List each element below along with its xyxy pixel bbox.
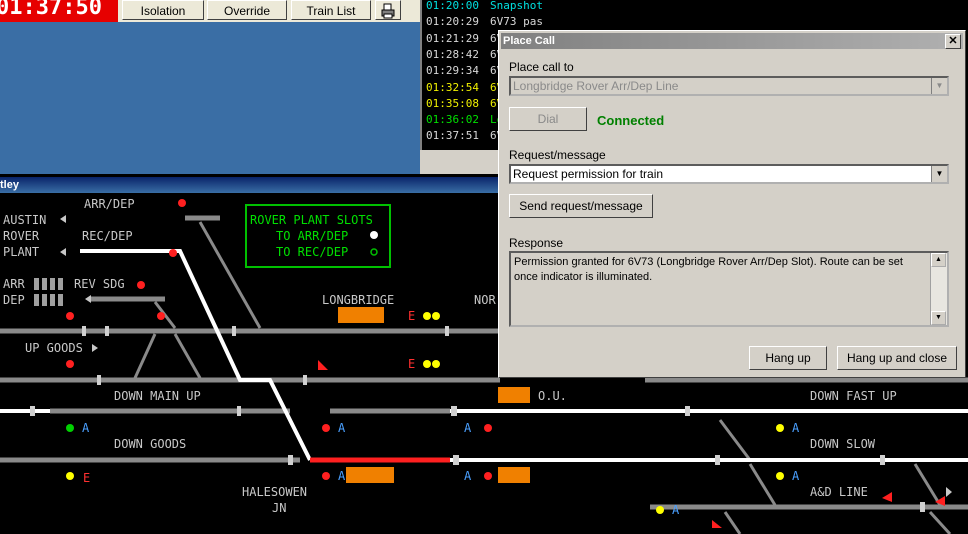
call-status: Connected [597, 113, 665, 128]
map-title-text: tley [0, 179, 19, 191]
request-value: Request permission for train [513, 167, 664, 181]
log-line-text: Snapshot saved [490, 0, 542, 12]
dropdown-arrow-icon: ▼ [931, 78, 947, 94]
log-line: 01:37:51 [426, 129, 479, 143]
response-box[interactable]: Permission granted for 6V73 (Longbridge … [509, 251, 949, 327]
log-line: 01:32:54 [426, 80, 479, 94]
place-call-dialog: Place Call ✕ Place call to Longbridge Ro… [498, 30, 966, 378]
log-line: 01:20:29 [426, 15, 479, 29]
log-line: 01:35:08 [426, 96, 479, 110]
close-icon[interactable]: ✕ [945, 34, 961, 49]
dialog-title: Place Call [503, 35, 555, 47]
desktop-panel [0, 22, 420, 174]
dropdown-arrow-icon: ▼ [931, 166, 947, 182]
override-button[interactable]: Override [207, 0, 287, 20]
signal-a-3: A [464, 421, 472, 435]
train-list-button[interactable]: Train List [291, 0, 371, 20]
scroll-down-icon[interactable]: ▼ [931, 311, 946, 325]
label-down-main-up: DOWN MAIN UP [114, 389, 201, 403]
label-to-rec-dep: TO REC/DEP [276, 245, 348, 259]
label-austin: AUSTIN [3, 213, 46, 227]
label-ad-line: A&D LINE [810, 485, 868, 499]
signal-e-1: E [408, 309, 415, 323]
place-call-value: Longbridge Rover Arr/Dep Line [513, 79, 679, 93]
print-button[interactable] [375, 0, 401, 20]
request-select[interactable]: Request permission for train ▼ [509, 164, 949, 184]
printer-icon [381, 3, 395, 19]
signal-a-2: A [338, 421, 346, 435]
label-down-slow: DOWN SLOW [810, 437, 876, 451]
dial-button[interactable]: Dial [509, 107, 587, 131]
signal-e-3: E [83, 471, 90, 485]
label-nor: NOR [474, 293, 496, 307]
hang-up-close-button[interactable]: Hang up and close [837, 346, 957, 370]
label-longbridge: LONGBRIDGE [322, 293, 394, 307]
label-up-goods: UP GOODS [25, 341, 83, 355]
signal-a-8: A [672, 503, 680, 517]
response-text: Permission granted for 6V73 (Longbridge … [514, 256, 903, 283]
label-rec-dep: REC/DEP [82, 229, 133, 243]
response-scrollbar[interactable]: ▲ ▼ [930, 253, 947, 325]
send-request-button[interactable]: Send request/message [509, 194, 653, 218]
scroll-up-icon[interactable]: ▲ [931, 253, 946, 267]
clock-display: 01:37:50 [0, 0, 118, 22]
toolbar: 01:37:50 Isolation Override Train List [0, 0, 420, 22]
signal-a-7: A [792, 469, 800, 483]
log-line: 01:36:02 [426, 113, 479, 127]
label-rev-sdg: REV SDG [74, 277, 125, 291]
signal-a-4: A [792, 421, 800, 435]
response-label: Response [509, 236, 564, 250]
log-line: 01:21:29 [426, 31, 479, 45]
dialog-title-bar[interactable]: Place Call ✕ [501, 33, 963, 49]
label-plant: PLANT [3, 245, 39, 259]
label-ou: O.U. [538, 389, 567, 403]
request-label: Request/message [509, 148, 606, 162]
label-arr-dep: ARR/DEP [84, 197, 135, 211]
label-down-goods: DOWN GOODS [114, 437, 186, 451]
place-call-select[interactable]: Longbridge Rover Arr/Dep Line ▼ [509, 76, 949, 96]
label-arr: ARR [3, 277, 25, 291]
signal-a-1: A [82, 421, 90, 435]
label-dep: DEP [3, 293, 25, 307]
log-line: 01:29:34 [426, 64, 479, 78]
log-line: 01:28:42 [426, 47, 479, 61]
label-jn: JN [272, 501, 286, 515]
signal-a-6: A [464, 469, 472, 483]
label-rover: ROVER [3, 229, 40, 243]
log-line-text: 6V73 passed St Andrews Jn on time [490, 15, 542, 29]
signal-a-5: A [338, 469, 346, 483]
log-line: 01:20:00 [426, 0, 479, 12]
isolation-button[interactable]: Isolation [122, 0, 204, 20]
signal-e-2: E [408, 357, 415, 371]
label-halesowen: HALESOWEN [242, 485, 307, 499]
label-to-arr-dep: TO ARR/DEP [276, 229, 348, 243]
log-frame [420, 150, 500, 174]
hang-up-button[interactable]: Hang up [749, 346, 827, 370]
label-down-fast-up: DOWN FAST UP [810, 389, 897, 403]
map-window-title: tley [0, 177, 498, 193]
place-call-label: Place call to [509, 60, 574, 74]
label-rover-plant-slots: ROVER PLANT SLOTS [250, 213, 373, 227]
